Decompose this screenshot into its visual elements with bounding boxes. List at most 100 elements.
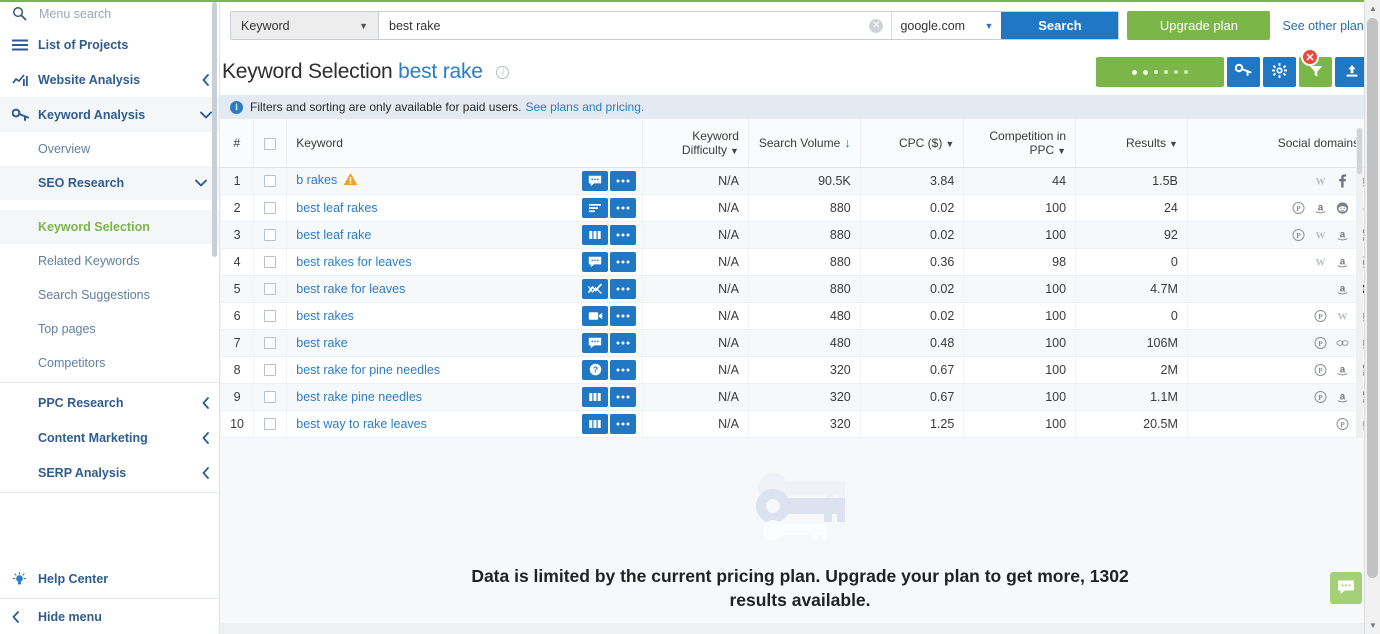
row-checkbox-cell[interactable] — [253, 275, 287, 303]
close-icon[interactable]: ✕ — [1301, 48, 1319, 66]
row-checkbox[interactable] — [264, 229, 277, 242]
row-keyword-cell[interactable]: b rakes — [286, 167, 643, 195]
sidebar-item-website-analysis[interactable]: Website Analysis — [0, 62, 219, 97]
see-other-plans-link[interactable]: See other plans — [1282, 19, 1370, 33]
search-input[interactable]: best rake — [389, 19, 869, 33]
social-domain-icon[interactable]: a — [1314, 201, 1327, 214]
row-checkbox-cell[interactable] — [253, 383, 287, 411]
row-keyword-cell[interactable]: best rake pine needles — [286, 383, 643, 411]
social-domain-icon[interactable] — [1336, 201, 1349, 214]
video-icon-button[interactable] — [582, 305, 609, 326]
social-domain-icon[interactable]: W — [1336, 309, 1349, 322]
table-row[interactable]: 8 best rake for pine needles? N/A 320 0.67 10… — [220, 356, 1380, 384]
row-checkbox[interactable] — [264, 256, 277, 269]
search-input-wrap[interactable]: best rake ✕ — [379, 12, 892, 39]
columns-icon-button[interactable] — [582, 224, 609, 245]
row-more-button[interactable] — [610, 386, 637, 407]
sidebar-item-hide-menu[interactable]: Hide menu — [0, 598, 219, 634]
search-button[interactable]: Search — [1001, 12, 1119, 39]
social-domain-icon[interactable] — [1336, 173, 1349, 187]
info-icon[interactable]: i — [496, 65, 510, 79]
table-row[interactable]: 6best rakesN/A4800.021000PWa — [220, 302, 1380, 330]
social-domain-icon[interactable]: P — [1314, 309, 1327, 322]
row-keyword-cell[interactable]: best rake — [286, 329, 643, 357]
keyword-link[interactable]: best leaf rake — [296, 228, 371, 242]
row-keyword-cell[interactable]: best leaf rake — [286, 221, 643, 249]
lines-icon-button[interactable] — [582, 197, 609, 218]
column-header-competition-in-ppc[interactable]: Competition in PPC ▼ — [963, 119, 1076, 168]
keyword-link[interactable]: best rake — [296, 336, 347, 350]
row-more-button[interactable] — [610, 359, 637, 380]
row-checkbox-cell[interactable] — [253, 410, 287, 438]
keyword-link[interactable]: best rakes for leaves — [296, 255, 411, 269]
row-keyword-cell[interactable]: best rakes — [286, 302, 643, 330]
keyword-link[interactable]: best rake for pine needles — [296, 363, 440, 377]
row-keyword-cell[interactable]: best rake for leaves — [286, 275, 643, 303]
row-checkbox-cell[interactable] — [253, 302, 287, 330]
keyword-link[interactable]: best rake pine needles — [296, 390, 422, 404]
column-header-results[interactable]: Results ▼ — [1075, 119, 1188, 168]
row-checkbox-cell[interactable] — [253, 167, 287, 195]
table-row[interactable]: 2 best leaf rakes N/A8800.0210024PaW — [220, 194, 1380, 222]
sidebar-item-search-suggestions[interactable]: Search Suggestions — [0, 278, 219, 312]
sidebar-item-list-of-projects[interactable]: List of Projects — [0, 27, 219, 62]
sidebar-item-top-pages[interactable]: Top pages — [0, 312, 219, 346]
chat-widget-button[interactable] — [1330, 572, 1362, 604]
column-header-keyword[interactable]: Keyword — [286, 119, 643, 168]
sidebar-item-related-keywords[interactable]: Related Keywords — [0, 244, 219, 278]
social-domain-icon[interactable]: a — [1336, 228, 1349, 241]
table-row[interactable]: 9 best rake pine needles N/A 320 0.67 100 1.1M… — [220, 383, 1380, 411]
row-checkbox-cell[interactable] — [253, 221, 287, 249]
row-more-button[interactable] — [610, 170, 637, 191]
row-keyword-cell[interactable]: best leaf rakes — [286, 194, 643, 222]
row-more-button[interactable] — [610, 197, 637, 218]
keyword-link[interactable]: best rake for leaves — [296, 282, 405, 296]
sidebar-item-content-marketing[interactable]: Content Marketing — [0, 420, 219, 455]
row-checkbox-cell[interactable] — [253, 356, 287, 384]
scroll-up-arrow-icon[interactable]: ▲ — [1369, 4, 1377, 13]
columns-icon-button[interactable] — [582, 413, 609, 434]
comment-icon-button[interactable] — [582, 251, 609, 272]
table-row[interactable]: 4 best rakes for leaves N/A8800.36980WaP — [220, 248, 1380, 276]
row-checkbox[interactable] — [264, 418, 277, 431]
row-checkbox[interactable] — [264, 175, 277, 188]
sidebar-item-competitors[interactable]: Competitors — [0, 346, 219, 380]
row-checkbox-cell[interactable] — [253, 194, 287, 222]
page-scrollbar[interactable]: ▲ ▼ — [1364, 0, 1380, 634]
sidebar-item-serp-analysis[interactable]: SERP Analysis — [0, 455, 219, 490]
row-checkbox[interactable] — [264, 310, 277, 323]
upgrade-plan-button[interactable]: Upgrade plan — [1127, 11, 1271, 40]
column-header-search-volume[interactable]: Search Volume ↓ — [747, 119, 861, 168]
table-scrollbar-thumb[interactable] — [1357, 128, 1362, 174]
sidebar-scrollbar[interactable] — [212, 2, 217, 257]
social-domain-icon[interactable] — [1336, 336, 1349, 349]
row-more-button[interactable] — [610, 278, 637, 299]
social-domain-icon[interactable]: a — [1336, 390, 1349, 403]
sidebar-item-ppc-research[interactable]: PPC Research — [0, 385, 219, 420]
select-all-checkbox[interactable] — [264, 137, 277, 150]
column-header-cpc[interactable]: CPC ($) ▼ — [859, 119, 964, 168]
social-domain-icon[interactable]: P — [1292, 228, 1305, 241]
row-more-button[interactable] — [610, 251, 637, 272]
row-checkbox[interactable] — [264, 202, 277, 215]
trend-icon-button[interactable] — [582, 278, 609, 299]
sidebar-item-keyword-analysis[interactable]: Keyword Analysis — [0, 97, 219, 132]
row-more-button[interactable] — [610, 413, 637, 434]
keyword-link[interactable]: best way to rake leaves — [296, 417, 427, 431]
keyword-link[interactable]: best rakes — [296, 309, 354, 323]
social-domain-icon[interactable]: W — [1314, 228, 1327, 241]
comment-icon-button[interactable] — [582, 332, 609, 353]
search-type-select[interactable]: Keyword ▼ — [231, 12, 379, 39]
social-domain-icon[interactable]: a — [1336, 255, 1349, 268]
menu-search[interactable]: Menu search — [0, 0, 219, 27]
progress-button[interactable] — [1096, 57, 1224, 87]
table-row[interactable]: 3 best leaf rake N/A 880 0.02 100 92 P Wa — [220, 221, 1380, 249]
question-icon-button[interactable]: ? — [582, 359, 609, 380]
table-row[interactable]: 1 b rakes N/A90.5K3.84441.5BWa — [220, 167, 1380, 195]
row-more-button[interactable] — [610, 224, 637, 245]
row-more-button[interactable] — [610, 305, 637, 326]
row-keyword-cell[interactable]: best rakes for leaves — [286, 248, 643, 276]
row-checkbox-cell[interactable] — [253, 248, 287, 276]
row-keyword-cell[interactable]: best rake for pine needles? — [286, 356, 643, 384]
social-domain-icon[interactable]: P — [1314, 363, 1327, 376]
